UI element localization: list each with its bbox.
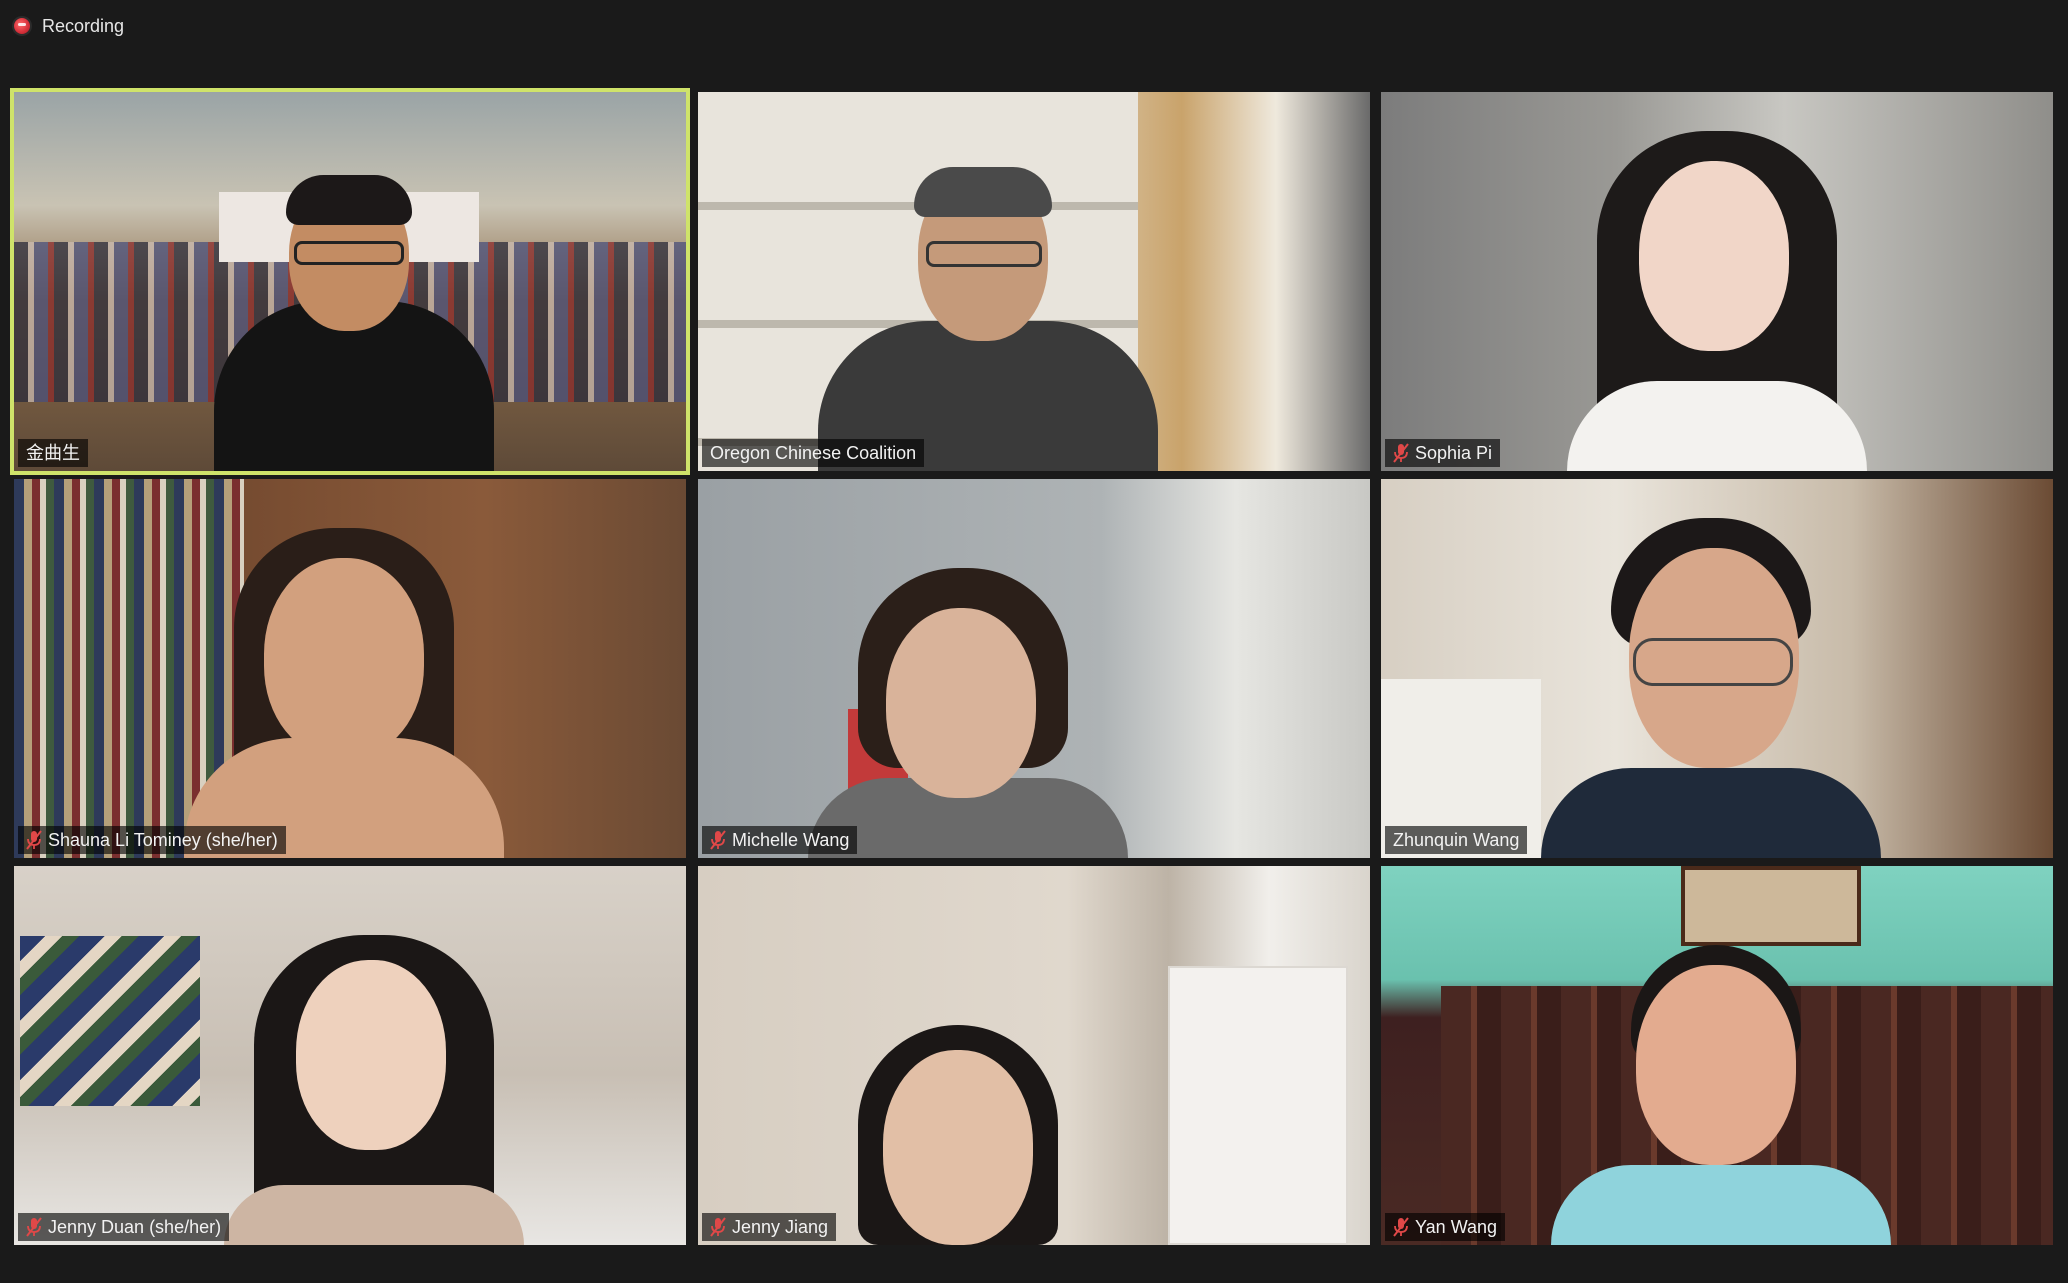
participant-figure — [778, 1025, 1138, 1245]
participant-name-tag: Zhunquin Wang — [1385, 826, 1528, 854]
mic-muted-icon — [710, 830, 726, 850]
participant-name: Oregon Chinese Coalition — [710, 443, 917, 463]
recording-icon — [14, 18, 30, 34]
video-meeting-window: Recording 金曲生 Oregon Chinese Coalition S… — [0, 0, 2068, 1283]
video-tile[interactable]: Jenny Duan (she/her) — [14, 866, 686, 1245]
video-tile[interactable]: Shauna Li Tominey (she/her) — [14, 479, 686, 858]
mic-muted-icon — [1393, 443, 1409, 463]
participant-figure — [778, 141, 1198, 471]
video-tile[interactable]: Sophia Pi — [1381, 92, 2053, 471]
participant-figure — [778, 558, 1158, 858]
mic-muted-icon — [1393, 1217, 1409, 1237]
participant-figure — [184, 915, 564, 1245]
participant-name-tag: Michelle Wang — [702, 826, 858, 854]
participant-figure — [1521, 508, 1901, 858]
participant-name: Zhunquin Wang — [1393, 830, 1520, 850]
participant-name: Michelle Wang — [732, 830, 850, 850]
recording-label: Recording — [42, 15, 125, 36]
door — [1168, 966, 1348, 1245]
participant-name-tag: Sophia Pi — [1385, 439, 1501, 467]
participant-name-tag: Jenny Jiang — [702, 1213, 837, 1241]
participant-name: Jenny Jiang — [732, 1217, 829, 1237]
participant-name: Yan Wang — [1415, 1217, 1498, 1237]
video-tile[interactable]: Oregon Chinese Coalition — [698, 92, 1370, 471]
participant-name-tag: Yan Wang — [1385, 1213, 1506, 1241]
participant-figure — [154, 518, 534, 858]
participant-name-tag: Oregon Chinese Coalition — [702, 439, 925, 467]
participant-name: 金曲生 — [26, 443, 80, 463]
participant-figure — [1531, 945, 1911, 1245]
wall-picture — [1681, 866, 1861, 946]
mic-muted-icon — [26, 830, 42, 850]
mic-muted-icon — [26, 1217, 42, 1237]
participant-name-tag: Shauna Li Tominey (she/her) — [18, 826, 286, 854]
video-tile-active-speaker[interactable]: 金曲生 — [10, 88, 690, 475]
participant-name: Jenny Duan (she/her) — [48, 1217, 222, 1237]
mic-muted-icon — [710, 1217, 726, 1237]
video-tile[interactable]: Jenny Jiang — [698, 866, 1370, 1245]
participant-name: Shauna Li Tominey (she/her) — [48, 830, 278, 850]
video-tile[interactable]: Michelle Wang — [698, 479, 1370, 858]
participant-figure — [194, 141, 514, 471]
participant-figure — [1527, 101, 1907, 471]
participant-name: Sophia Pi — [1415, 443, 1493, 463]
wall-posters — [20, 936, 200, 1106]
participant-name-tag: 金曲生 — [18, 439, 88, 467]
video-tile[interactable]: Yan Wang — [1381, 866, 2053, 1245]
recording-indicator[interactable]: Recording — [14, 14, 124, 38]
participant-name-tag: Jenny Duan (she/her) — [18, 1213, 230, 1241]
video-tile[interactable]: Zhunquin Wang — [1381, 479, 2053, 858]
